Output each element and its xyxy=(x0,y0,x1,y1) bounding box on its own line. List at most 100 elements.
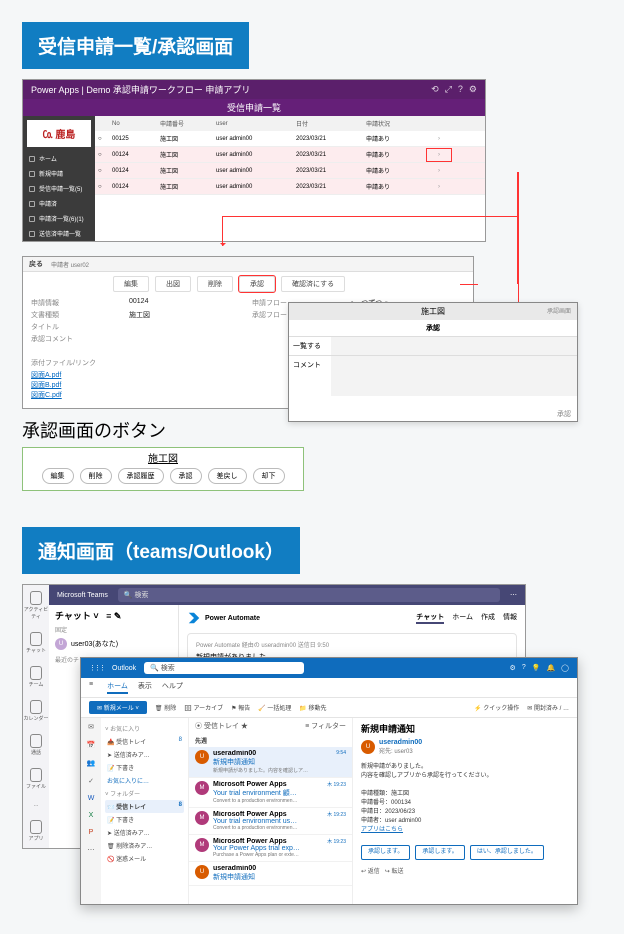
tab-view[interactable]: 表示 xyxy=(138,681,152,694)
tab-delete[interactable]: 削除 xyxy=(197,276,233,292)
pa-tab-chat[interactable]: チャット xyxy=(416,612,444,624)
side-inbox[interactable]: 受信申請一覧(5) xyxy=(23,181,95,196)
side-sent[interactable]: 送信済申請一覧 xyxy=(23,226,95,241)
rail-more[interactable]: … xyxy=(23,796,49,814)
filter-button[interactable]: ≡ フィルター xyxy=(305,721,346,731)
chevron-right-icon[interactable]: › xyxy=(427,149,451,161)
btn-edit[interactable]: 編集 xyxy=(42,468,74,484)
folder-draft[interactable]: 📝 下書き xyxy=(105,761,184,774)
tool-read[interactable]: ✉ 開封済み / … xyxy=(527,703,569,712)
rail-check-icon[interactable]: ✓ xyxy=(81,772,101,790)
folder-draft-2[interactable]: 📝 下書き xyxy=(105,813,184,826)
tab-approve[interactable]: 承認 xyxy=(239,276,275,292)
table-row[interactable]: ○00124施工図user admin002023/03/21申請あり› xyxy=(95,163,485,179)
action-button[interactable]: 承認します。 xyxy=(361,845,410,860)
rail-ppt-icon[interactable]: P xyxy=(81,824,101,841)
section2-title: 通知画面（teams/Outlook） xyxy=(22,527,300,574)
app-link[interactable]: アプリはこちら xyxy=(361,827,403,833)
rail-calls[interactable]: 通話 xyxy=(23,728,49,762)
tool-delete[interactable]: 🗑 削除 xyxy=(155,703,176,712)
card-meta: Power Automate 経由の useradmin00 送信日 9:50 xyxy=(196,640,508,649)
message-item[interactable]: MMicrosoft Power AppsYour trial environm… xyxy=(189,778,352,808)
side-applied[interactable]: 申請済 xyxy=(23,196,95,211)
tab-confirm[interactable]: 確認済にする xyxy=(281,276,345,292)
approve-footer-button[interactable]: 承認 xyxy=(557,409,571,419)
action-button[interactable]: 承認します。 xyxy=(415,845,464,860)
folder-inbox-2[interactable]: 📨 受信トレイ8 xyxy=(105,800,184,813)
tab-issue[interactable]: 出図 xyxy=(155,276,191,292)
btn-approve[interactable]: 承認 xyxy=(170,468,202,484)
approve-buttons-box: 施工図 編集 削除 承認履歴 承認 差戻し 却下 xyxy=(22,447,304,491)
folder-deleted[interactable]: 🗑 削除済みア… xyxy=(105,839,184,852)
folder-sent[interactable]: ➤ 送信済みア… xyxy=(105,748,184,761)
rail-more-icon[interactable]: ⋯ xyxy=(81,841,101,859)
tool-sweep[interactable]: 🧹 一括処理 xyxy=(258,703,291,712)
message-item[interactable]: Uuseradmin00新規申請通知 xyxy=(189,862,352,886)
more-icon[interactable]: ⋯ xyxy=(510,591,517,599)
tab-home[interactable]: ホーム xyxy=(107,681,128,694)
table-row[interactable]: ○00124施工図user admin002023/03/21申請あり› xyxy=(95,147,485,163)
table-row[interactable]: ○00125施工図user admin002023/03/21申請あり› xyxy=(95,131,485,147)
folder-junk[interactable]: 🚫 迷惑メール xyxy=(105,852,184,865)
side-home[interactable]: ホーム xyxy=(23,151,95,166)
chevron-right-icon[interactable]: › xyxy=(427,165,451,177)
rail-calendar-icon[interactable]: 📅 xyxy=(81,736,101,754)
tool-move[interactable]: 📁 移動先 xyxy=(299,703,326,712)
pa-tab-info[interactable]: 情報 xyxy=(503,612,517,624)
rail-activity[interactable]: アクティビティ xyxy=(23,585,49,626)
menu-icon[interactable]: ≡ xyxy=(89,681,93,694)
rail-mail-icon[interactable]: ✉ xyxy=(81,718,101,736)
message-item[interactable]: Uuseradmin00新規申請通知新規申請がありました。内容を確認しア…9:5… xyxy=(189,747,352,778)
table-row[interactable]: ○00124施工図user admin002023/03/21申請あり› xyxy=(95,179,485,195)
rail-calendar[interactable]: カレンダー xyxy=(23,694,49,728)
tool-archive[interactable]: 🗄 アーカイブ xyxy=(184,703,223,712)
chevron-right-icon[interactable]: › xyxy=(427,181,451,193)
reply-button[interactable]: ↩ 返信 xyxy=(361,869,380,875)
action-button[interactable]: はい、承認しました。 xyxy=(470,845,544,860)
tool-quick[interactable]: ⚡ クイック操作 xyxy=(474,703,519,712)
teams-search[interactable]: 🔍 検索 xyxy=(118,588,500,602)
chat-item[interactable]: Uuser03(あなた) xyxy=(55,636,172,652)
side-new[interactable]: 新規申請 xyxy=(23,166,95,181)
chat-title: チャット ˅ ≡ ✎ xyxy=(55,609,172,622)
folder-sent-2[interactable]: ➤ 送信済みア… xyxy=(105,826,184,839)
forward-button[interactable]: ↪ 転送 xyxy=(385,869,404,875)
message-item[interactable]: MMicrosoft Power AppsYour trial environm… xyxy=(189,808,352,835)
side-applied-list[interactable]: 申請済一覧(6)(1) xyxy=(23,211,95,226)
pa-list-title: 受信申請一覧 xyxy=(23,99,485,116)
read-subject: 新規申請通知 xyxy=(361,722,569,735)
folder-inbox[interactable]: 📥 受信トレイ8 xyxy=(105,735,184,748)
pa-tab-home[interactable]: ホーム xyxy=(452,612,473,624)
btn-delete[interactable]: 削除 xyxy=(80,468,112,484)
favorites-group[interactable]: ˅ お気に入り xyxy=(105,724,184,733)
folders-group[interactable]: ˅ フォルダー xyxy=(105,789,184,798)
rail-people-icon[interactable]: 👥 xyxy=(81,754,101,772)
outlook-search[interactable]: 🔍 検索 xyxy=(144,662,304,674)
btn-return[interactable]: 差戻し xyxy=(208,468,247,484)
outlook-brand: Outlook xyxy=(112,665,136,672)
value: 施工図 xyxy=(129,310,244,320)
tab-edit[interactable]: 編集 xyxy=(113,276,149,292)
message-item[interactable]: MMicrosoft Power AppsYour Power Apps tri… xyxy=(189,835,352,862)
pa-tab-create[interactable]: 作成 xyxy=(481,612,495,624)
back-button[interactable]: 戻る xyxy=(29,259,43,269)
app-launcher-icon[interactable]: ⋮⋮⋮ xyxy=(89,664,104,672)
meta-line: 申請番号：000134 xyxy=(361,799,569,808)
btn-history[interactable]: 承認履歴 xyxy=(118,468,164,484)
tool-report[interactable]: ⚑ 報告 xyxy=(231,703,250,712)
powerapps-window: Power Apps | Demo 承認申請ワークフロー 申請アプリ ⟲⤢?⚙ … xyxy=(22,79,486,242)
add-favorite[interactable]: お気に入りに… xyxy=(105,774,184,787)
rail-files[interactable]: ファイル xyxy=(23,762,49,796)
btn-reject[interactable]: 却下 xyxy=(253,468,285,484)
outlook-message-list: ⦿ 受信トレイ ★≡ フィルター 先週 Uuseradmin00新規申請通知新規… xyxy=(189,718,353,904)
rail-teams[interactable]: チーム xyxy=(23,660,49,694)
rail-apps[interactable]: アプリ xyxy=(23,814,49,848)
new-mail-button[interactable]: ✉ 新規メール ˅ xyxy=(89,701,147,714)
rail-word-icon[interactable]: W xyxy=(81,790,101,807)
power-automate-icon xyxy=(187,611,201,625)
tab-help[interactable]: ヘルプ xyxy=(162,681,183,694)
chevron-right-icon[interactable]: › xyxy=(427,133,451,145)
pa-title-icons: ⟲⤢?⚙ xyxy=(425,84,477,95)
rail-excel-icon[interactable]: X xyxy=(81,807,101,824)
rail-chat[interactable]: チャット xyxy=(23,626,49,660)
